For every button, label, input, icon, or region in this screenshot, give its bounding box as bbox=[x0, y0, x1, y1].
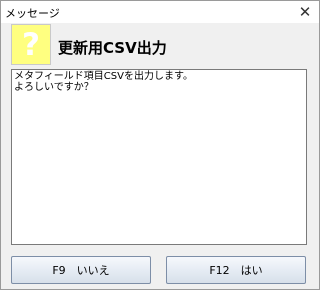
close-icon: ✕ bbox=[298, 3, 312, 21]
message-line-2: よろしいですか？ bbox=[14, 82, 94, 93]
question-mark-glyph: ? bbox=[22, 26, 40, 63]
question-icon: ? bbox=[11, 24, 51, 65]
yes-button-label: F12 はい bbox=[209, 264, 263, 277]
message-line-1: メタフィールド項目CSVを出力します。 bbox=[14, 71, 193, 82]
message-area: メタフィールド項目CSVを出力します。 よろしいですか？ bbox=[11, 69, 307, 245]
close-button[interactable]: ✕ bbox=[291, 1, 319, 23]
dialog-window: メッセージ ✕ ? 更新用CSV出力 メタフィールド項目CSVを出力します。 よ… bbox=[0, 0, 320, 290]
no-button[interactable]: F9 いいえ bbox=[11, 256, 151, 284]
button-row: F9 いいえ F12 はい bbox=[11, 256, 307, 286]
window-title: メッセージ bbox=[5, 7, 60, 20]
no-button-label: F9 いいえ bbox=[52, 264, 110, 277]
title-bar[interactable]: メッセージ ✕ bbox=[1, 1, 319, 23]
dialog-header: ? 更新用CSV出力 bbox=[11, 24, 307, 66]
dialog-title: 更新用CSV出力 bbox=[58, 39, 167, 57]
yes-button[interactable]: F12 はい bbox=[166, 256, 306, 284]
